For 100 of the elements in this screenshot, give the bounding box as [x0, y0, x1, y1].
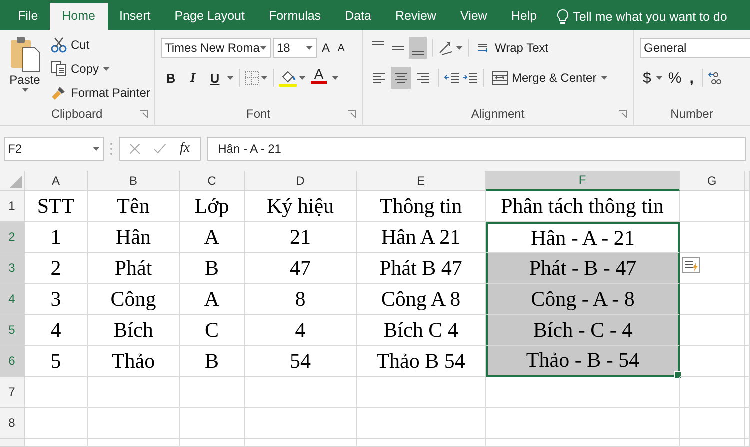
table-cell[interactable]: Hân [88, 222, 180, 253]
ribbon-tab[interactable]: Review [383, 3, 448, 30]
table-cell[interactable] [25, 377, 88, 408]
caret-icon[interactable] [306, 46, 313, 50]
tell-me-search[interactable]: Tell me what you want to do [549, 3, 728, 30]
ribbon-tab[interactable]: Page Layout [162, 3, 257, 30]
table-cell[interactable]: Phát [88, 253, 180, 284]
table-cell[interactable]: Công [88, 284, 180, 315]
table-cell[interactable]: STT [25, 191, 88, 222]
copy-button[interactable]: Copy [48, 58, 154, 80]
row-header[interactable]: 5 [0, 315, 25, 346]
horizontal-align-button[interactable] [391, 67, 411, 89]
table-cell[interactable] [88, 439, 180, 447]
table-cell[interactable]: A [180, 284, 245, 315]
table-cell[interactable]: 3 [25, 284, 88, 315]
column-header[interactable]: C [180, 171, 245, 191]
number-format-field[interactable]: General [640, 38, 750, 58]
insert-function-button[interactable]: fx [180, 140, 190, 156]
table-cell[interactable]: 8 [245, 284, 357, 315]
table-cell[interactable]: Công - A - 8 [486, 284, 680, 315]
table-cell[interactable]: 4 [25, 315, 88, 346]
caret-icon[interactable] [103, 67, 110, 71]
table-cell[interactable]: 1 [25, 222, 88, 253]
caret-icon[interactable] [299, 76, 306, 80]
ribbon-tab[interactable]: Formulas [256, 3, 334, 30]
table-cell[interactable] [25, 439, 88, 447]
table-cell[interactable] [486, 377, 680, 408]
table-cell[interactable]: C [180, 315, 245, 346]
table-cell[interactable] [245, 377, 357, 408]
caret-icon[interactable] [656, 76, 664, 80]
table-cell[interactable] [486, 439, 680, 447]
table-cell[interactable] [357, 377, 486, 408]
caret-icon[interactable] [227, 76, 234, 80]
font-size-field[interactable]: 18 [273, 38, 317, 58]
table-cell[interactable] [745, 253, 750, 284]
table-cell[interactable]: 21 [245, 222, 357, 253]
increase-decimal-icon[interactable] [708, 71, 722, 85]
table-cell[interactable] [357, 439, 486, 447]
table-cell[interactable] [180, 408, 245, 439]
caret-icon[interactable] [261, 76, 268, 80]
table-cell[interactable]: Hân - A - 21 [486, 222, 680, 253]
decrease-font-size-button[interactable]: A [335, 37, 348, 59]
table-cell[interactable] [745, 346, 750, 377]
table-cell[interactable] [745, 191, 750, 222]
paste-button[interactable]: Paste [6, 34, 44, 105]
cut-button[interactable]: Cut [48, 34, 154, 56]
table-cell[interactable]: Thông tin [357, 191, 486, 222]
table-cell[interactable]: Thảo [88, 346, 180, 377]
dialog-launcher-icon[interactable] [140, 110, 148, 118]
ribbon-tab[interactable]: Data [333, 3, 384, 30]
row-header[interactable]: 3 [0, 253, 25, 284]
cancel-icon[interactable] [130, 144, 140, 154]
select-all-icon[interactable] [10, 176, 22, 188]
table-cell[interactable]: 2 [25, 253, 88, 284]
row-header[interactable]: 1 [0, 191, 25, 222]
table-cell[interactable] [745, 377, 750, 408]
table-cell[interactable]: Ký hiệu [245, 191, 357, 222]
dialog-launcher-icon[interactable] [619, 110, 627, 118]
table-cell[interactable] [745, 222, 750, 253]
table-cell[interactable] [680, 253, 745, 284]
row-header[interactable]: 6 [0, 346, 25, 377]
table-cell[interactable] [680, 191, 745, 222]
row-header[interactable]: 4 [0, 284, 25, 315]
font-color-button[interactable]: A [308, 67, 330, 89]
increase-font-size-button[interactable]: A [319, 37, 334, 59]
quick-analysis-icon[interactable] [682, 257, 700, 273]
ribbon-tab[interactable]: Home [50, 3, 108, 30]
table-cell[interactable] [680, 408, 745, 439]
table-cell[interactable] [680, 222, 745, 253]
table-cell[interactable]: Bích [88, 315, 180, 346]
table-cell[interactable] [357, 408, 486, 439]
fill-handle[interactable] [674, 371, 682, 379]
table-cell[interactable] [745, 284, 750, 315]
table-cell[interactable] [180, 439, 245, 447]
column-header[interactable]: G [680, 171, 745, 191]
column-header[interactable]: A [25, 171, 88, 191]
column-header[interactable]: D [245, 171, 357, 191]
decrease-indent-icon[interactable] [444, 71, 460, 85]
fill-color-icon[interactable] [279, 70, 297, 86]
format-painter-button[interactable]: Format Painter [48, 82, 154, 104]
borders-icon[interactable] [245, 71, 259, 85]
italic-button[interactable]: I [183, 67, 203, 89]
column-header[interactable] [745, 171, 750, 191]
caret-icon[interactable] [332, 76, 339, 80]
vertical-align-button[interactable] [409, 37, 427, 59]
caret-icon[interactable] [93, 146, 100, 150]
caret-icon[interactable] [456, 46, 463, 50]
column-header[interactable]: F [486, 171, 680, 191]
table-cell[interactable]: 4 [245, 315, 357, 346]
wrap-text-button[interactable]: Wrap Text [474, 37, 552, 59]
table-cell[interactable] [680, 377, 745, 408]
table-cell[interactable]: 47 [245, 253, 357, 284]
caret-icon[interactable] [600, 76, 608, 80]
table-cell[interactable] [745, 315, 750, 346]
underline-button[interactable]: U [205, 67, 225, 89]
table-cell[interactable]: 54 [245, 346, 357, 377]
table-cell[interactable] [88, 377, 180, 408]
table-cell[interactable] [745, 408, 750, 439]
currency-button[interactable]: $ [640, 67, 654, 89]
dialog-launcher-icon[interactable] [348, 110, 356, 118]
